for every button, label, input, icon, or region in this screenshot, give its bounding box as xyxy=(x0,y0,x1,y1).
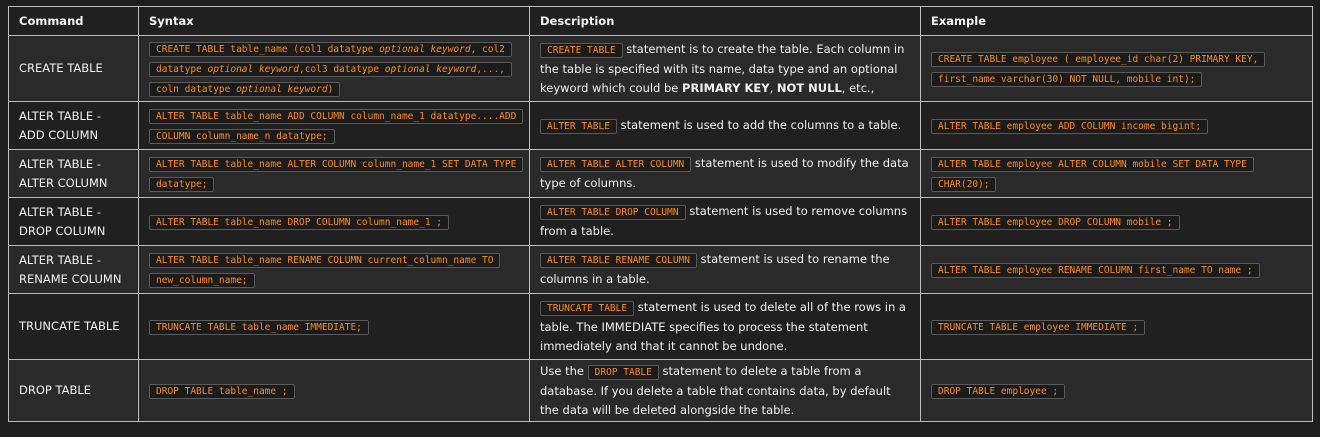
syntax-cell: ALTER TABLE table_name ADD COLUMN column… xyxy=(138,101,530,150)
example-cell: ALTER TABLE employee ALTER COLUMN mobile… xyxy=(920,149,1313,198)
example-code: ALTER TABLE employee DROP COLUMN mobile … xyxy=(931,214,1180,230)
description-cell: TRUNCATE TABLE statement is used to dele… xyxy=(529,293,921,360)
description-cell: ALTER TABLE DROP COLUMN statement is use… xyxy=(529,197,921,246)
command-cell: CREATE TABLE xyxy=(8,35,139,102)
syntax-code: DROP TABLE table_name ; xyxy=(149,383,295,399)
syntax-cell: TRUNCATE TABLE table_name IMMEDIATE; xyxy=(138,293,530,360)
example-code: DROP TABLE employee ; xyxy=(931,383,1066,399)
command-cell: ALTER TABLE - DROP COLUMN xyxy=(8,197,139,246)
table-row: CREATE TABLE CREATE TABLE table_name (co… xyxy=(8,35,1313,102)
description-code: ALTER TABLE xyxy=(540,118,617,134)
table-row: ALTER TABLE - ADD COLUMN ALTER TABLE tab… xyxy=(8,101,1313,150)
description-code: TRUNCATE TABLE xyxy=(540,300,635,316)
table-row: ALTER TABLE - RENAME COLUMN ALTER TABLE … xyxy=(8,245,1313,294)
syntax-cell: ALTER TABLE table_name RENAME COLUMN cur… xyxy=(138,245,530,294)
example-code: TRUNCATE TABLE employee IMMEDIATE ; xyxy=(931,319,1146,335)
header-row: Command Syntax Description Example xyxy=(8,6,1313,36)
table-row: DROP TABLE DROP TABLE table_name ; Use t… xyxy=(8,359,1313,422)
example-code: ALTER TABLE employee RENAME COLUMN first… xyxy=(931,262,1260,278)
syntax-code: ALTER TABLE table_name DROP COLUMN colum… xyxy=(149,214,449,230)
header-description: Description xyxy=(529,6,921,36)
table-row: ALTER TABLE - ALTER COLUMN ALTER TABLE t… xyxy=(8,149,1313,198)
description-code: ALTER TABLE DROP COLUMN xyxy=(540,205,686,220)
table-row: TRUNCATE TABLE TRUNCATE TABLE table_name… xyxy=(8,293,1313,360)
example-cell: TRUNCATE TABLE employee IMMEDIATE ; xyxy=(920,293,1313,360)
example-code: ALTER TABLE employee ADD COLUMN income b… xyxy=(931,118,1209,134)
syntax-cell: ALTER TABLE table_name DROP COLUMN colum… xyxy=(138,197,530,246)
syntax-cell: ALTER TABLE table_name ALTER COLUMN colu… xyxy=(138,149,530,198)
syntax-code: ALTER TABLE table_name ADD COLUMN column… xyxy=(149,108,524,144)
header-example: Example xyxy=(920,6,1313,36)
description-code: ALTER TABLE RENAME COLUMN xyxy=(540,253,697,268)
syntax-cell: CREATE TABLE table_name (col1 datatype o… xyxy=(138,35,530,102)
header-command: Command xyxy=(8,6,139,36)
table-row: ALTER TABLE - DROP COLUMN ALTER TABLE ta… xyxy=(8,197,1313,246)
command-cell: ALTER TABLE - RENAME COLUMN xyxy=(8,245,139,294)
example-cell: ALTER TABLE employee RENAME COLUMN first… xyxy=(920,245,1313,294)
description-code: DROP TABLE xyxy=(587,364,659,380)
example-cell: ALTER TABLE employee ADD COLUMN income b… xyxy=(920,101,1313,150)
example-cell: ALTER TABLE employee DROP COLUMN mobile … xyxy=(920,197,1313,246)
command-cell: ALTER TABLE - ALTER COLUMN xyxy=(8,149,139,198)
description-cell: ALTER TABLE statement is used to add the… xyxy=(529,101,921,150)
syntax-code: ALTER TABLE table_name ALTER COLUMN colu… xyxy=(149,156,524,192)
syntax-code: CREATE TABLE table_name (col1 datatype o… xyxy=(149,41,512,97)
description-cell: ALTER TABLE ALTER COLUMN statement is us… xyxy=(529,149,921,198)
description-cell: CREATE TABLE statement is to create the … xyxy=(529,35,921,102)
syntax-code: TRUNCATE TABLE table_name IMMEDIATE; xyxy=(149,319,369,335)
header-syntax: Syntax xyxy=(138,6,530,36)
description-code: CREATE TABLE xyxy=(540,42,623,58)
example-code: CREATE TABLE employee ( employee_id char… xyxy=(931,51,1266,87)
sql-commands-table: Command Syntax Description Example CREAT… xyxy=(8,6,1313,422)
command-cell: ALTER TABLE - ADD COLUMN xyxy=(8,101,139,150)
description-code: ALTER TABLE ALTER COLUMN xyxy=(540,157,692,172)
example-cell: CREATE TABLE employee ( employee_id char… xyxy=(920,35,1313,102)
syntax-cell: DROP TABLE table_name ; xyxy=(138,359,530,422)
description-cell: Use the DROP TABLE statement to delete a… xyxy=(529,359,921,422)
example-code: ALTER TABLE employee ALTER COLUMN mobile… xyxy=(931,156,1254,192)
command-cell: DROP TABLE xyxy=(8,359,139,422)
description-cell: ALTER TABLE RENAME COLUMN statement is u… xyxy=(529,245,921,294)
example-cell: DROP TABLE employee ; xyxy=(920,359,1313,422)
command-cell: TRUNCATE TABLE xyxy=(8,293,139,360)
syntax-code: ALTER TABLE table_name RENAME COLUMN cur… xyxy=(149,252,501,288)
